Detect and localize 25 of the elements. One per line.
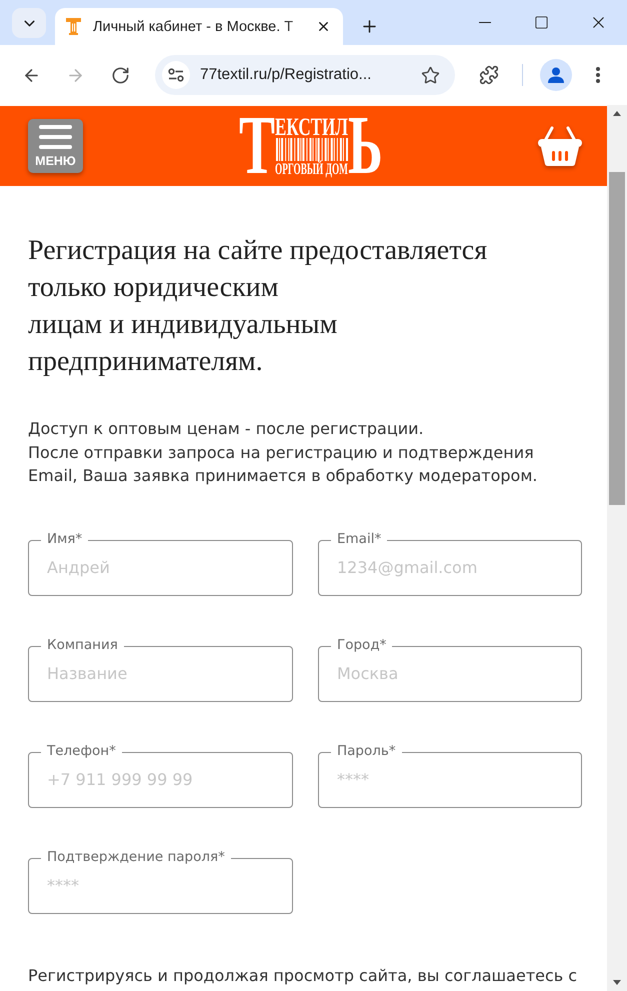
browser-tab[interactable]: Личный кабинет - в Москве. Т xyxy=(55,8,343,45)
site-info-button[interactable] xyxy=(162,61,190,89)
basket-icon[interactable] xyxy=(538,126,582,166)
more-icon xyxy=(596,67,600,83)
caret-down-icon xyxy=(613,980,621,985)
favicon-icon xyxy=(66,18,81,35)
logo-title: ЕКСТИЛ xyxy=(274,118,348,137)
page-heading: Регистрация на сайте предоставляется только юридическим лицам и индивидуальным предпринимателям. xyxy=(28,234,488,379)
logo-letter: Т xyxy=(238,116,275,176)
address-bar[interactable]: 77textil.ru/p/Registratio... xyxy=(155,55,455,95)
maximize-icon xyxy=(534,15,549,30)
star-icon xyxy=(420,66,440,84)
consent-text: Регистрируясь и продолжая просмотр сайта, вы соглашаетесь с xyxy=(28,964,578,986)
reload-icon xyxy=(110,66,130,84)
barcode-icon xyxy=(274,138,348,161)
menu-icon xyxy=(39,124,72,150)
intro-text: Доступ к оптовым ценам - после регистрации. После отправки запроса на регистрацию и подтверждения Email, Ваша заявка принимается в обработку модератором. xyxy=(28,418,538,487)
logo-letter: Ь xyxy=(348,116,382,176)
person-icon xyxy=(548,67,564,83)
caret-up-icon xyxy=(613,111,621,116)
profile-button[interactable] xyxy=(540,59,572,91)
site-settings-icon xyxy=(168,68,184,82)
puzzle-icon xyxy=(479,65,499,85)
scrollbar-thumb[interactable] xyxy=(609,172,625,505)
minimize-icon xyxy=(478,22,490,24)
